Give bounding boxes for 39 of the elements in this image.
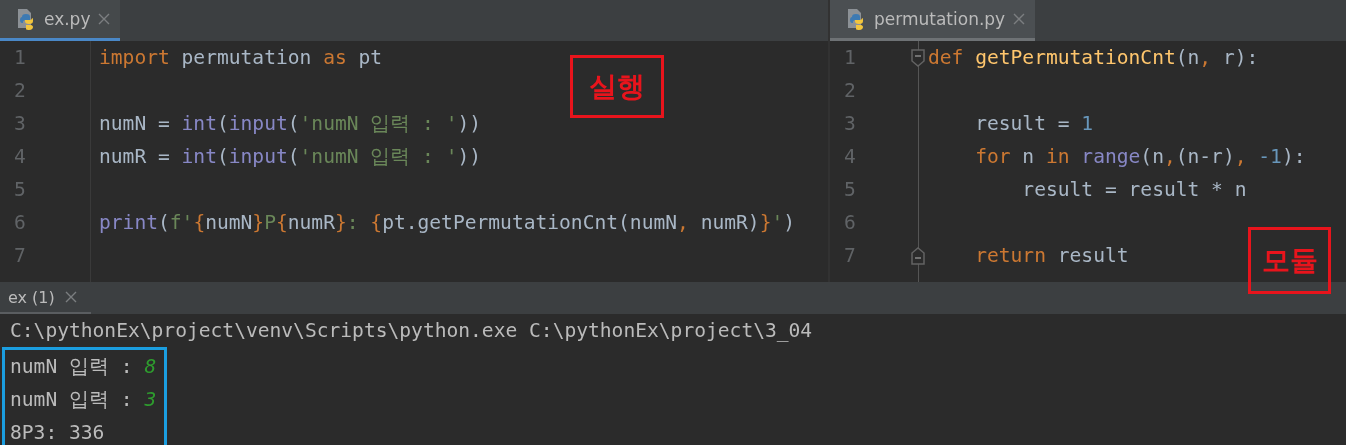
line-number: 2 <box>13 79 27 102</box>
fold-icon[interactable] <box>911 246 925 265</box>
line-number: 1 <box>843 46 857 69</box>
line-number: 6 <box>843 211 857 234</box>
console-line: 8P3: 336 <box>9 420 106 445</box>
line-number: 4 <box>843 145 857 168</box>
code-line: print(f'{numN}P{numR}: {pt.getPermutationCnt(numN, numR)}') <box>98 211 795 234</box>
close-icon[interactable] <box>98 13 111 25</box>
console-line: numN 입력 : 3 <box>9 387 157 413</box>
code-line: result = 1 <box>974 112 1094 135</box>
code-line: numR = int(input('numN 입력 : ')) <box>98 144 482 170</box>
python-file-icon <box>846 8 866 30</box>
close-icon[interactable] <box>1013 13 1026 25</box>
code-line: def getPermutationCnt(n, r): <box>928 46 1259 69</box>
line-number: 5 <box>843 178 857 201</box>
annotation-label: 모듈 <box>1248 227 1331 294</box>
close-icon[interactable] <box>64 291 77 303</box>
code-line: for n in range(n,(n-r), -1): <box>974 145 1306 168</box>
console-line: C:\pythonEx\project\venv\Scripts\python.exe C:\pythonEx\project\3_04 <box>9 318 814 344</box>
code-line: import permutation as pt <box>98 46 383 69</box>
line-number: 4 <box>13 145 27 168</box>
line-number: 5 <box>13 178 27 201</box>
run-tab[interactable]: ex (1) <box>0 282 91 314</box>
line-number: 7 <box>843 244 857 267</box>
annotation-label: 실행 <box>570 55 664 118</box>
line-number: 1 <box>13 46 27 69</box>
fold-icon[interactable] <box>911 48 925 67</box>
line-number: 6 <box>13 211 27 234</box>
console-line: numN 입력 : 8 <box>9 354 157 380</box>
code-line: numN = int(input('numN 입력 : ')) <box>98 111 482 137</box>
code-line: result = result * n <box>1021 178 1247 201</box>
python-file-icon <box>16 8 36 30</box>
line-number: 2 <box>843 79 857 102</box>
code-line: return result <box>974 244 1129 267</box>
line-number: 3 <box>843 112 857 135</box>
line-number: 7 <box>13 244 27 267</box>
file-tab[interactable]: permutation.py <box>830 0 1036 41</box>
file-tab[interactable]: ex.py <box>0 0 121 41</box>
line-number: 3 <box>13 112 27 135</box>
